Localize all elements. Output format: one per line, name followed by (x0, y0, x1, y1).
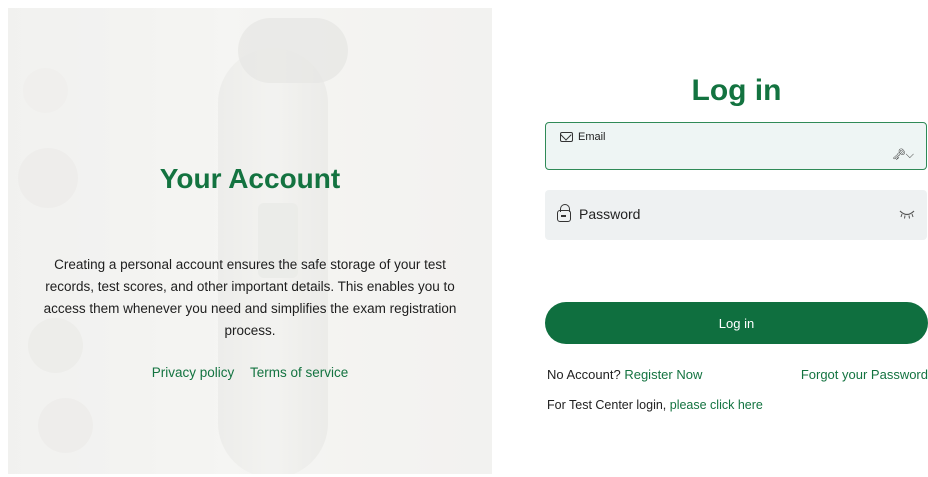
email-field-label-group: Email (560, 131, 606, 143)
terms-of-service-link[interactable]: Terms of service (250, 365, 348, 380)
no-account-text: No Account? (547, 367, 625, 382)
lock-icon (557, 204, 571, 222)
account-title: Your Account (159, 163, 341, 194)
account-description: Creating a personal account ensures the … (43, 257, 457, 338)
test-center-login-link[interactable]: please click here (670, 398, 763, 412)
email-label: Email (578, 131, 606, 143)
eye-closed-icon[interactable] (899, 209, 915, 222)
password-field-label-group: Password (557, 204, 641, 222)
password-field[interactable]: Password (545, 190, 927, 240)
forgot-password-link[interactable]: Forgot your Password (801, 367, 928, 382)
background-overlay (8, 8, 492, 474)
key-icon[interactable]: 🗝︎⌵ (892, 148, 914, 162)
account-info-panel: Your Account Creating a personal account… (8, 8, 492, 474)
register-now-link[interactable]: Register Now (624, 367, 702, 382)
password-label: Password (579, 206, 641, 222)
test-center-row: For Test Center login, please click here (547, 398, 763, 412)
mail-icon (560, 132, 573, 142)
test-center-text: For Test Center login, (547, 398, 670, 412)
login-title: Log in (691, 74, 782, 107)
email-field[interactable]: Email 🗝︎⌵ (545, 122, 927, 170)
login-button[interactable]: Log in (545, 302, 928, 344)
account-links-row: No Account? Register Now Forgot your Pas… (547, 367, 928, 382)
privacy-policy-link[interactable]: Privacy policy (152, 365, 235, 380)
policy-links: Privacy policy Terms of service (8, 365, 492, 380)
